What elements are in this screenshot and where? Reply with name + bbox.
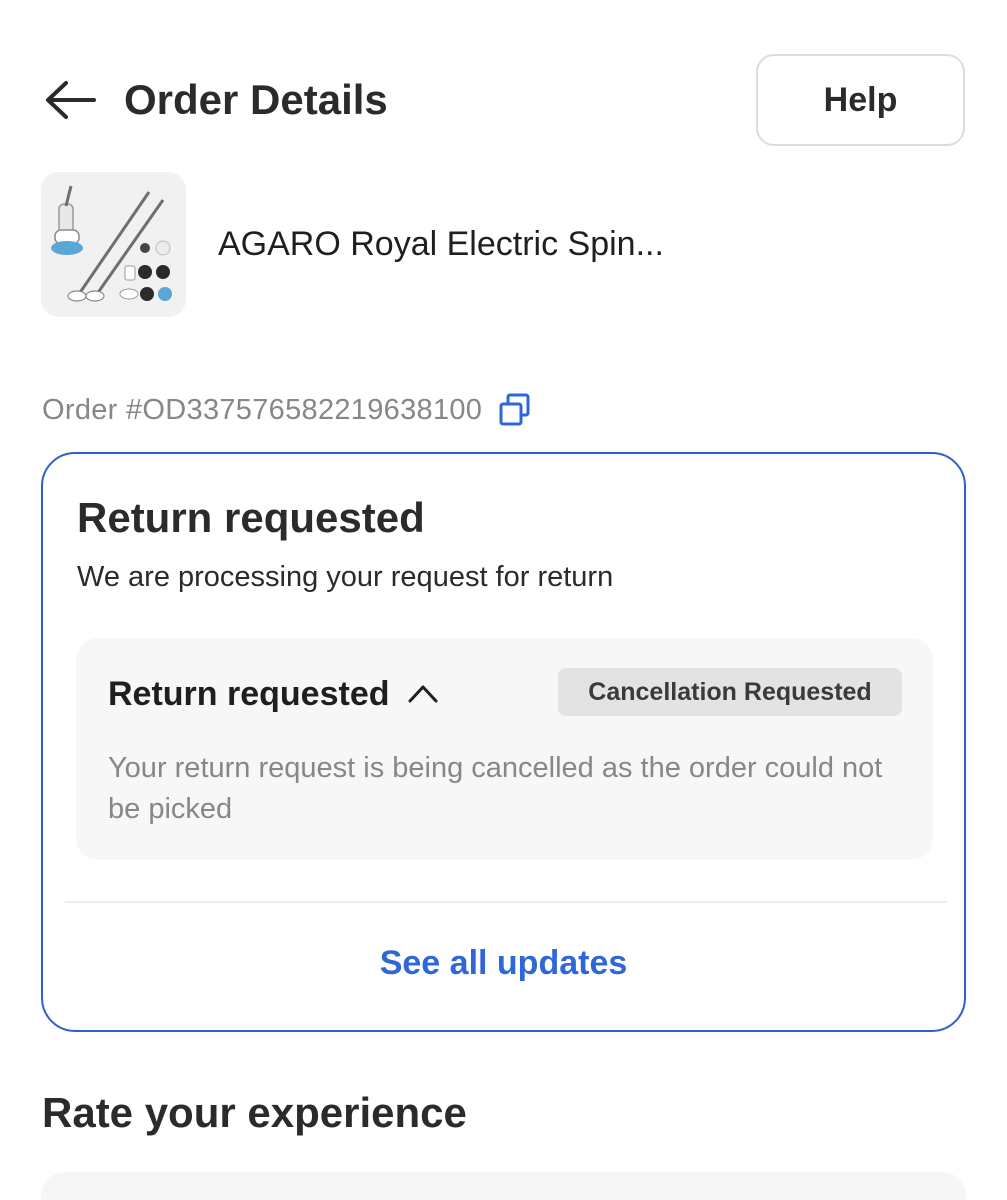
status-subtitle: We are processing your request for retur… (77, 561, 614, 593)
help-button[interactable]: Help (756, 54, 965, 146)
panel-description: Your return request is being cancelled a… (108, 752, 883, 825)
divider (65, 901, 947, 903)
rate-experience-card[interactable] (41, 1172, 966, 1200)
copy-icon[interactable] (498, 393, 532, 427)
page-title: Order Details (124, 76, 388, 123)
product-image[interactable] (41, 172, 186, 317)
panel-title-row[interactable]: Return requested (108, 672, 440, 716)
panel-title: Return requested (108, 675, 390, 713)
rate-experience-heading: Rate your experience (42, 1089, 467, 1136)
arrow-left-icon (46, 81, 96, 119)
status-badge: Cancellation Requested (558, 668, 902, 716)
see-all-updates-link[interactable]: See all updates (43, 941, 964, 985)
electric-spin-scrubber-image (41, 172, 186, 317)
order-details-page: Order Details Help AGARO Royal Electric … (0, 0, 1007, 1200)
order-id-row: Order #OD337576582219638100 (42, 390, 532, 430)
status-detail-panel[interactable]: Return requested Cancellation Requested … (76, 638, 933, 860)
status-title: Return requested (77, 494, 425, 541)
order-id: Order #OD337576582219638100 (42, 393, 483, 426)
chevron-up-icon[interactable] (406, 677, 440, 711)
return-status-card: Return requested We are processing your … (41, 452, 966, 1032)
product-name[interactable]: AGARO Royal Electric Spin... (218, 222, 664, 266)
back-button[interactable] (40, 72, 100, 128)
